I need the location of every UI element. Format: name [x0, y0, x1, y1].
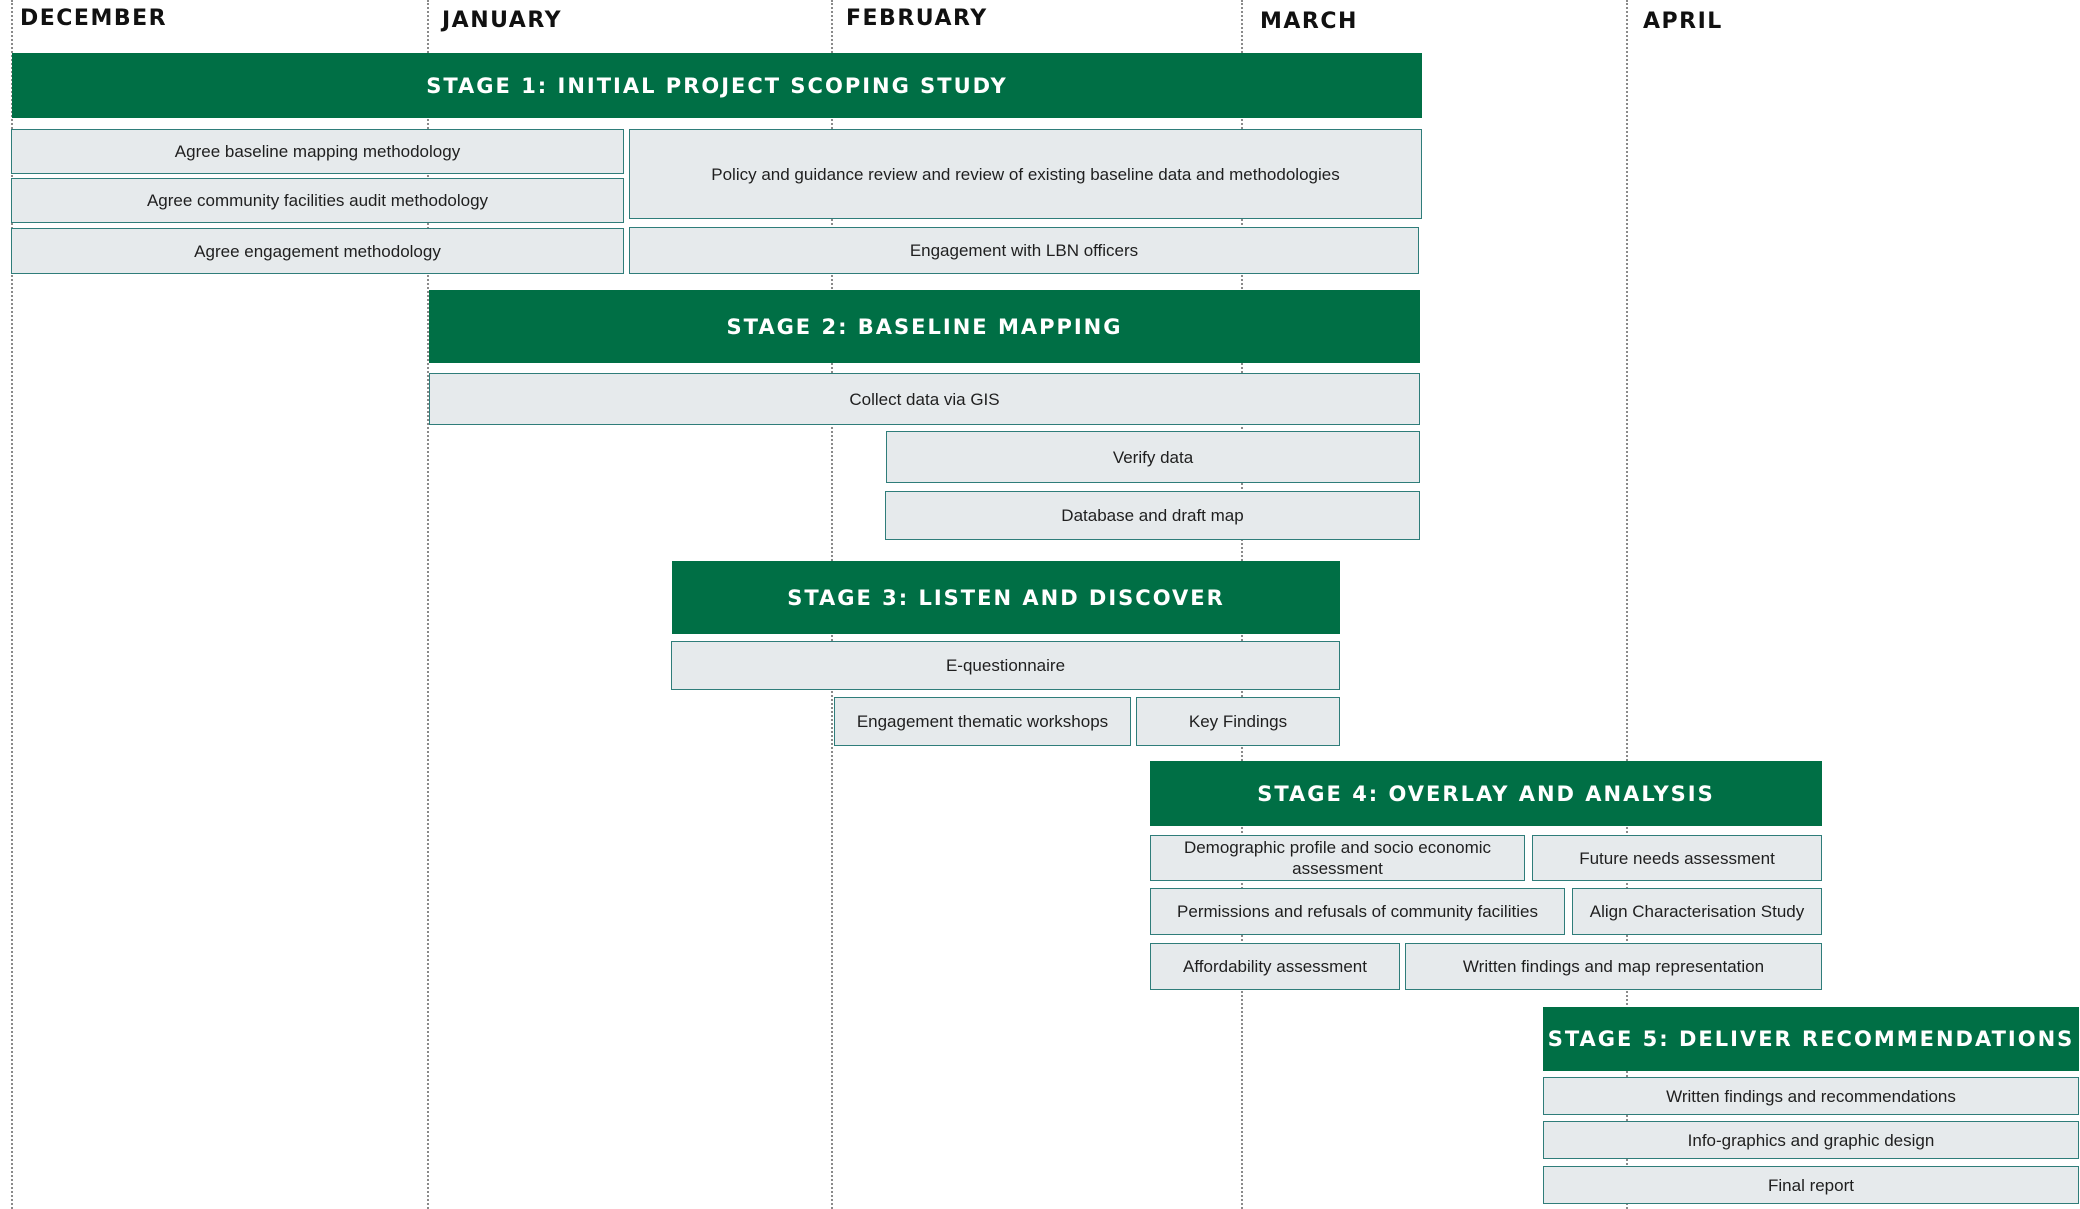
stage-3-task-key-findings: Key Findings: [1136, 697, 1340, 746]
stage-1-task-engagement-methodology: Agree engagement methodology: [11, 228, 624, 274]
stage-5-header: STAGE 5: DELIVER RECOMMENDATIONS: [1543, 1007, 2079, 1071]
stage-1-task-lbn-engagement: Engagement with LBN officers: [629, 227, 1419, 274]
stage-4-task-affordability: Affordability assessment: [1150, 943, 1400, 990]
stage-5-task-final-report: Final report: [1543, 1166, 2079, 1204]
stage-3-task-e-questionnaire: E-questionnaire: [671, 641, 1340, 690]
stage-4-task-findings-map: Written findings and map representation: [1405, 943, 1822, 990]
month-label-january: JANUARY: [442, 8, 563, 33]
stage-1-task-baseline-methodology: Agree baseline mapping methodology: [11, 129, 624, 174]
stage-4-task-demographic-profile: Demographic profile and socio economic a…: [1150, 835, 1525, 881]
stage-4-header: STAGE 4: OVERLAY AND ANALYSIS: [1150, 761, 1822, 826]
month-label-february: FEBRUARY: [846, 6, 988, 31]
stage-5-task-infographics: Info-graphics and graphic design: [1543, 1121, 2079, 1159]
month-label-march: MARCH: [1260, 9, 1358, 34]
stage-5-task-findings-recommendations: Written findings and recommendations: [1543, 1077, 2079, 1115]
stage-2-header: STAGE 2: BASELINE MAPPING: [429, 290, 1420, 363]
stage-2-task-database-map: Database and draft map: [885, 491, 1420, 540]
month-label-december: DECEMBER: [20, 6, 168, 31]
stage-1-header: STAGE 1: INITIAL PROJECT SCOPING STUDY: [12, 53, 1422, 118]
stage-4-task-future-needs: Future needs assessment: [1532, 835, 1822, 881]
stage-1-task-policy-review: Policy and guidance review and review of…: [629, 129, 1422, 219]
stage-2-task-verify-data: Verify data: [886, 431, 1420, 483]
stage-3-header: STAGE 3: LISTEN AND DISCOVER: [672, 561, 1340, 634]
stage-3-task-thematic-workshops: Engagement thematic workshops: [834, 697, 1131, 746]
stage-4-task-permissions-refusals: Permissions and refusals of community fa…: [1150, 888, 1565, 935]
stage-1-task-facilities-audit-methodology: Agree community facilities audit methodo…: [11, 178, 624, 223]
stage-4-task-characterisation-study: Align Characterisation Study: [1572, 888, 1822, 935]
stage-2-task-collect-gis: Collect data via GIS: [429, 373, 1420, 425]
month-label-april: APRIL: [1643, 9, 1723, 34]
